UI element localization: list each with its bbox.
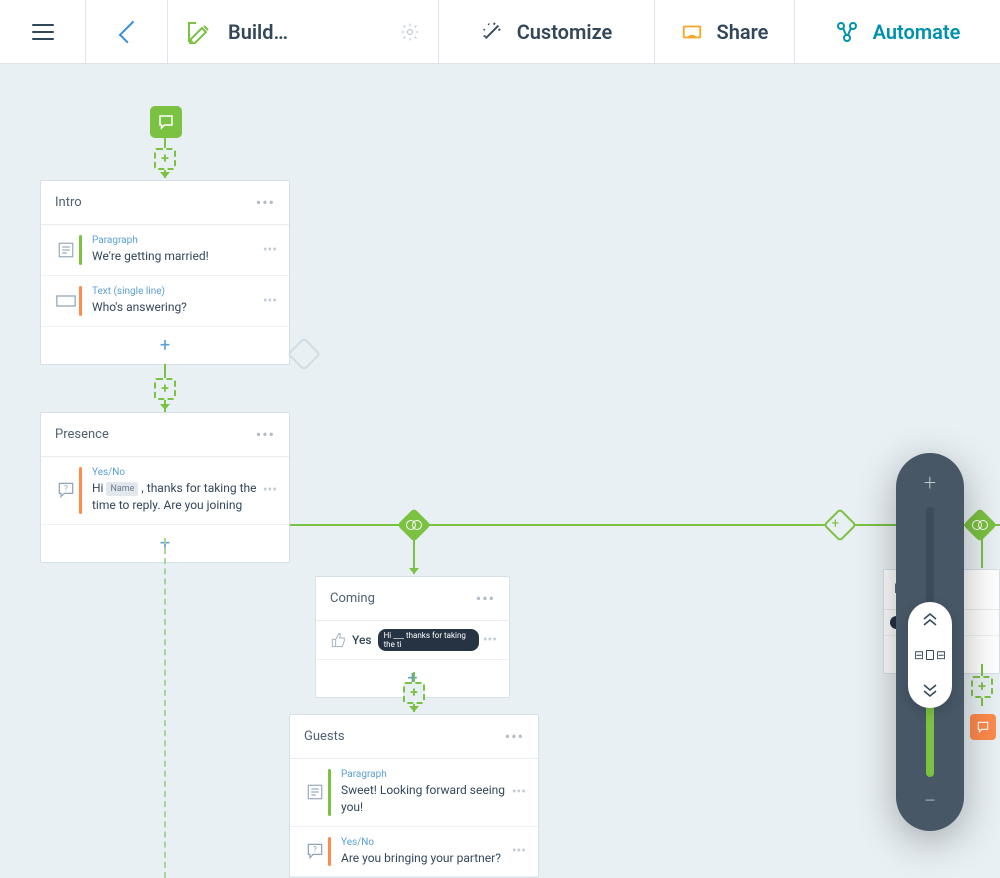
tab-automate[interactable]: Automate (795, 0, 1000, 63)
svg-text:?: ? (64, 484, 68, 494)
add-row-button[interactable]: + (41, 327, 289, 364)
card-row[interactable]: Paragraph Sweet! Looking forward seeing … (290, 759, 538, 827)
branch-placeholder[interactable] (287, 337, 321, 371)
card-row[interactable]: ? Yes/No Are you bringing your partner? … (290, 827, 538, 878)
question-icon: ? (302, 841, 328, 861)
customize-label: Customize (517, 20, 613, 44)
canvas[interactable]: Intro ••• Paragraph We're getting marrie… (0, 64, 1000, 869)
row-text: We're getting married! (92, 248, 259, 265)
row-menu[interactable]: ••• (508, 843, 530, 859)
hamburger-menu[interactable] (0, 0, 86, 63)
back-button[interactable] (86, 0, 168, 63)
card-title: Intro (55, 195, 82, 210)
paragraph-icon (53, 241, 79, 259)
paragraph-icon (302, 783, 328, 801)
chat-icon (976, 720, 990, 734)
question-icon: ? (53, 480, 79, 500)
hamburger-icon (32, 24, 54, 40)
card-guests[interactable]: Guests ••• Paragraph Sweet! Looking forw… (289, 714, 539, 878)
zoom-in-button[interactable]: + (924, 469, 936, 497)
card-menu[interactable]: ••• (256, 425, 275, 444)
header: Build… Customize Share Automate (0, 0, 1000, 64)
row-menu[interactable]: ••• (508, 784, 530, 800)
card-menu[interactable]: ••• (256, 193, 275, 212)
branch-add[interactable]: + (823, 508, 857, 542)
share-label: Share (717, 20, 769, 44)
row-text: Hi Name , thanks for taking the time to … (92, 480, 259, 514)
wand-icon (481, 21, 503, 43)
text-input-icon (53, 295, 79, 307)
card-row[interactable]: Text (single line) Who's answering? ••• (41, 276, 289, 327)
yes-label: Yes (352, 632, 372, 649)
card-row[interactable]: Yes Hi ___ thanks for taking the ti ••• (316, 621, 509, 660)
row-menu[interactable]: ••• (259, 242, 281, 258)
settings-button[interactable] (400, 22, 420, 42)
row-type: Yes/No (92, 467, 259, 478)
tab-customize[interactable]: Customize (439, 0, 655, 63)
card-row[interactable]: Paragraph We're getting married! ••• (41, 225, 289, 276)
connector-dashed (164, 538, 166, 878)
chat-icon (157, 113, 175, 131)
start-node[interactable] (150, 106, 182, 138)
zoom-fit-button[interactable]: ⊟⊟ (914, 648, 946, 662)
card-row[interactable]: ? Yes/No Hi Name , thanks for taking the… (41, 457, 289, 525)
build-label: Build… (228, 20, 288, 44)
branch-condition[interactable] (397, 508, 431, 542)
preview-pill: Hi ___ thanks for taking the ti (378, 629, 479, 651)
row-text: Sweet! Looking forward seeing you! (341, 782, 508, 816)
add-node-button[interactable] (154, 148, 176, 170)
card-title: Guests (304, 729, 345, 744)
connector-line (981, 538, 983, 568)
row-type: Text (single line) (92, 286, 259, 297)
card-menu[interactable]: ••• (505, 727, 524, 746)
chevron-left-icon (118, 20, 141, 43)
row-text: Who's answering? (92, 299, 259, 316)
row-type: Paragraph (92, 235, 259, 246)
build-icon (186, 20, 210, 44)
zoom-out-button[interactable]: − (924, 787, 937, 815)
automate-label: Automate (873, 20, 961, 44)
variable-chip: Name (106, 482, 138, 497)
row-menu[interactable]: ••• (259, 482, 281, 498)
zoom-handle[interactable]: ⊟⊟ (908, 602, 952, 708)
tab-share[interactable]: Share (655, 0, 795, 63)
automate-icon (835, 20, 859, 44)
branch-condition[interactable] (963, 508, 997, 542)
zoom-fill (926, 696, 934, 777)
row-menu[interactable]: ••• (259, 293, 281, 309)
card-intro[interactable]: Intro ••• Paragraph We're getting marrie… (40, 180, 290, 365)
connector-line (290, 524, 1000, 526)
chat-end-node[interactable] (970, 714, 996, 740)
zoom-control: + ⊟⊟ − (896, 453, 964, 831)
arrow-down-icon (409, 568, 419, 574)
add-node-button[interactable] (971, 676, 993, 698)
row-menu[interactable]: ••• (479, 632, 501, 648)
add-node-button[interactable] (154, 378, 176, 400)
arrow-down-icon (160, 172, 170, 178)
row-text: Are you bringing your partner? (341, 850, 508, 867)
card-title: Coming (330, 591, 375, 606)
zoom-slider[interactable]: ⊟⊟ (926, 507, 934, 777)
arrow-down-icon (409, 706, 419, 712)
row-type: Paragraph (341, 769, 508, 780)
arrow-down-icon (160, 404, 170, 410)
gear-icon (400, 22, 420, 42)
chevron-up-double-icon (921, 612, 939, 626)
chevron-down-double-icon (921, 684, 939, 698)
card-title: Presence (55, 427, 109, 442)
share-icon (681, 21, 703, 43)
svg-text:?: ? (313, 845, 317, 855)
tab-build[interactable]: Build… (168, 0, 439, 63)
add-node-button[interactable] (403, 682, 425, 704)
thumbs-up-icon (326, 632, 352, 648)
row-type: Yes/No (341, 837, 508, 848)
card-menu[interactable]: ••• (476, 589, 495, 608)
